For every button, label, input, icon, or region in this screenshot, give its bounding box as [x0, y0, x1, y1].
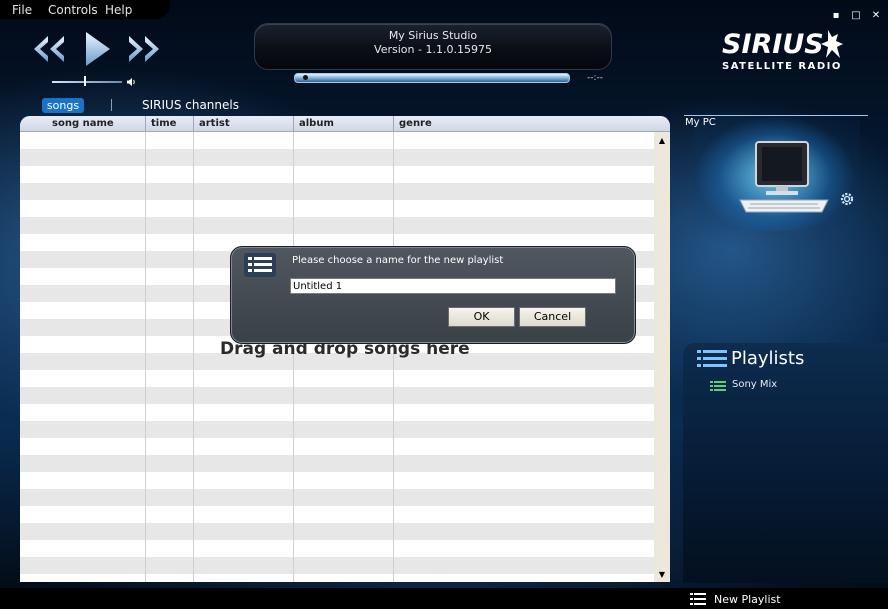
menu-bar: File Controls Help	[0, 0, 170, 19]
ok-button[interactable]: OK	[448, 307, 515, 327]
column-time[interactable]: time	[151, 117, 176, 131]
scroll-up-icon[interactable]: ▲	[655, 134, 669, 148]
progress-thumb[interactable]	[303, 75, 308, 80]
tab-songs[interactable]: songs	[42, 98, 84, 113]
volume-thumb[interactable]	[84, 76, 86, 86]
now-playing-display: My Sirius Studio Version - 1.1.0.15975	[254, 23, 612, 70]
column-divider[interactable]	[293, 116, 294, 131]
minimize-button[interactable]: ▪	[830, 10, 842, 22]
new-playlist-icon[interactable]	[690, 593, 706, 605]
maximize-button[interactable]: □	[850, 10, 862, 22]
volume-slider[interactable]	[52, 76, 122, 86]
logo-sub-text: SATELLITE RADIO	[722, 61, 842, 72]
menu-controls[interactable]: Controls	[48, 3, 98, 17]
computer-icon[interactable]	[736, 140, 832, 216]
column-song-name[interactable]: song name	[52, 117, 114, 131]
vertical-scrollbar[interactable]: ▲ ▼	[654, 132, 670, 582]
sirius-logo: SIRIUS SATELLITE RADIO	[718, 30, 848, 76]
dialog-prompt: Please choose a name for the new playlis…	[292, 255, 504, 266]
column-album[interactable]: album	[299, 117, 334, 131]
play-icon	[86, 32, 110, 66]
column-gridline	[145, 132, 146, 582]
rewind-icon	[34, 36, 64, 62]
previous-button[interactable]	[32, 34, 66, 64]
menu-file[interactable]: File	[12, 3, 32, 17]
scroll-down-icon[interactable]: ▼	[655, 568, 669, 582]
gear-icon[interactable]	[838, 190, 856, 208]
app-title: My Sirius Studio	[388, 29, 478, 42]
my-pc-label: My PC	[685, 117, 716, 128]
cancel-button[interactable]: Cancel	[519, 307, 586, 327]
track-progress-bar[interactable]	[294, 73, 570, 83]
app-window: File Controls Help ▪ □ ✕ My Sirius Studi…	[0, 0, 888, 609]
app-version: Version - 1.1.0.15975	[374, 43, 492, 56]
column-genre[interactable]: genre	[399, 117, 432, 131]
new-playlist-button[interactable]: New Playlist	[714, 593, 781, 607]
tab-sirius-channels[interactable]: SIRIUS channels	[142, 98, 239, 113]
speaker-icon	[127, 78, 135, 86]
fast-forward-icon	[129, 36, 159, 62]
volume-track	[52, 81, 122, 83]
column-gridline	[193, 132, 194, 582]
sirius-dog-icon	[821, 30, 843, 58]
column-divider[interactable]	[393, 116, 394, 131]
next-button[interactable]	[127, 34, 161, 64]
my-pc-divider	[684, 115, 868, 116]
column-divider[interactable]	[145, 116, 146, 131]
playlists-title: Playlists	[731, 348, 805, 369]
playlist-item-icon	[710, 381, 726, 391]
column-divider[interactable]	[193, 116, 194, 131]
menu-help[interactable]: Help	[105, 3, 132, 17]
column-artist[interactable]: artist	[199, 117, 230, 131]
play-button[interactable]	[84, 30, 112, 68]
logo-main-text: SIRIUS	[722, 29, 824, 60]
playlists-panel	[683, 343, 888, 583]
close-button[interactable]: ✕	[870, 10, 882, 22]
playlist-name-input[interactable]	[290, 278, 616, 294]
playlist-item-sony-mix[interactable]: Sony Mix	[732, 379, 777, 391]
playlist-icon	[697, 350, 727, 367]
table-header: song name time artist album genre	[20, 116, 670, 132]
tab-divider	[111, 99, 112, 111]
time-readout: --:--	[587, 73, 604, 83]
playlist-icon	[244, 253, 276, 277]
